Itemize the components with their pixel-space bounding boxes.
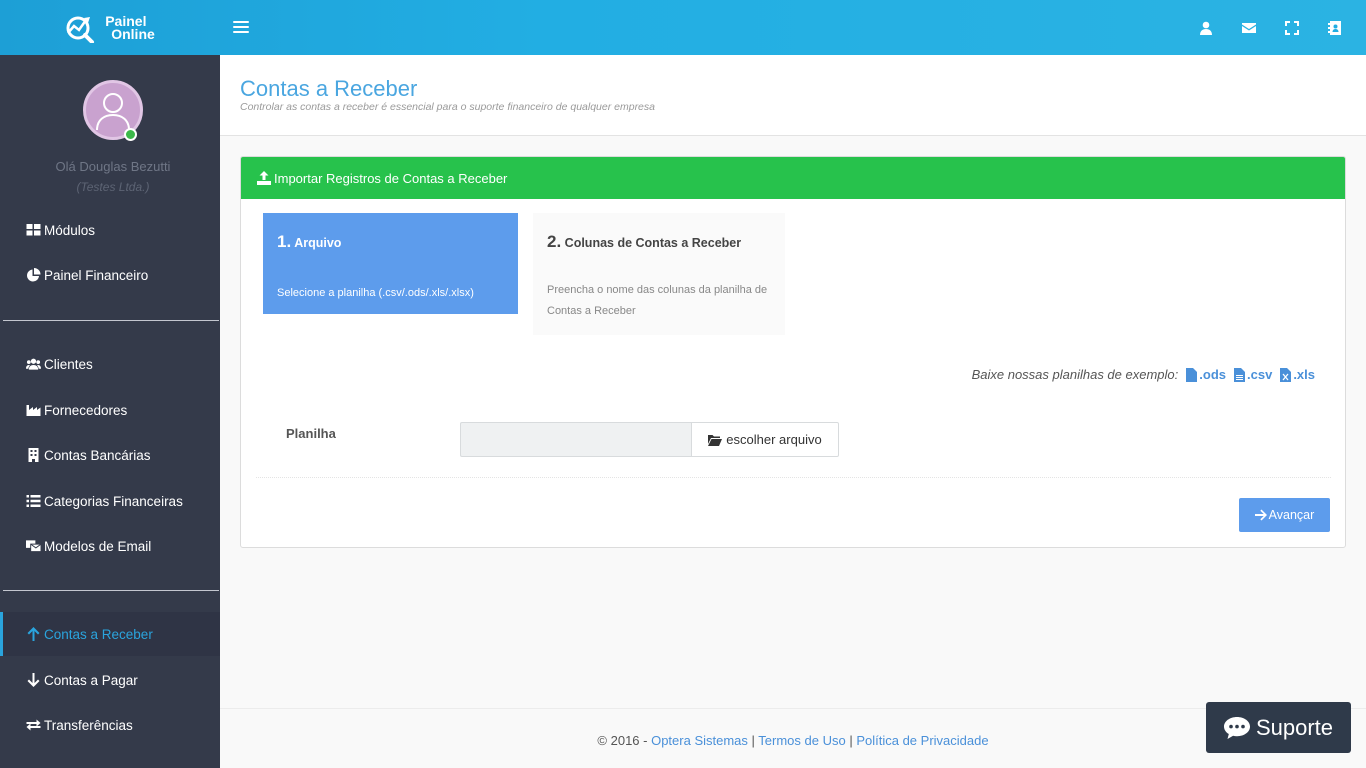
sidebar-item-contas-bancarias[interactable]: Contas Bancárias (0, 433, 220, 477)
planilha-label: Planilha (286, 426, 336, 441)
grid-icon (26, 224, 41, 236)
next-label: Avançar (1268, 508, 1315, 522)
brand-name: Painel Online (105, 14, 155, 42)
step-title: 1. Arquivo (277, 232, 341, 252)
panel-title: Importar Registros de Contas a Receber (274, 170, 508, 186)
privacy-link[interactable]: Política de Privacidade (856, 733, 988, 748)
examples-label: Baixe nossas planilhas de exemplo: (971, 367, 1179, 382)
sidebar-item-label: Contas Bancárias (44, 447, 151, 463)
step-label: Arquivo (294, 236, 342, 250)
sidebar-item-label: Módulos (44, 222, 96, 238)
file-excel-icon (1280, 367, 1292, 382)
sidebar-item-label: Painel Financeiro (44, 267, 149, 283)
exchange-icon (26, 719, 41, 731)
address-book-icon[interactable] (1313, 0, 1356, 55)
arrow-right-icon (1254, 509, 1267, 521)
envelope-icon[interactable] (1227, 0, 1270, 55)
choose-file-button[interactable]: escolher arquivo (691, 422, 839, 457)
page-title: Contas a Receber (240, 76, 418, 101)
user-avatar-icon (96, 93, 130, 131)
page-subtitle: Controlar as contas a receber é essencia… (240, 101, 655, 113)
step-number: 1. (277, 232, 292, 251)
folder-open-icon (708, 434, 723, 446)
sidebar: Olá Douglas Bezutti (Testes Ltda.) Módul… (0, 55, 220, 768)
fullscreen-icon[interactable] (1270, 0, 1313, 55)
example-sheets: Baixe nossas planilhas de exemplo: .ods … (972, 367, 1315, 382)
sidebar-item-label: Fornecedores (44, 402, 128, 418)
step-label: Colunas de Contas a Receber (564, 236, 742, 250)
form-divider (256, 477, 1331, 478)
support-label: Suporte (1255, 714, 1334, 740)
example-ods-link[interactable]: .ods (1186, 367, 1226, 382)
user-greeting: Olá Douglas Bezutti (55, 159, 171, 174)
sidebar-item-categorias-financeiras[interactable]: Categorias Financeiras (0, 479, 220, 523)
file-icon (1186, 367, 1198, 382)
sidebar-item-label: Transferências (44, 717, 133, 733)
sidebar-divider (3, 320, 219, 321)
list-icon (26, 495, 41, 507)
support-button[interactable]: Suporte (1206, 702, 1351, 753)
file-path-input[interactable] (460, 422, 692, 457)
sidebar-item-contas-a-pagar[interactable]: Contas a Pagar (0, 658, 220, 702)
footer-text: © 2016 - Optera Sistemas | Termos de Uso… (597, 733, 989, 748)
sidebar-item-clientes[interactable]: Clientes (0, 342, 220, 386)
step-description: Selecione a planilha (.csv/.ods/.xls/.xl… (277, 287, 474, 299)
step-title: 2. Colunas de Contas a Receber (547, 232, 741, 252)
step-colunas[interactable]: 2. Colunas de Contas a Receber Preencha … (533, 213, 785, 335)
mail-template-icon (26, 540, 41, 553)
example-xls-link[interactable]: .xls (1280, 367, 1315, 382)
top-icons (1184, 0, 1356, 55)
panel-header: Importar Registros de Contas a Receber (241, 157, 1345, 199)
brand-line2: Online (111, 25, 155, 42)
user-icon[interactable] (1184, 0, 1227, 55)
arrow-up-icon (27, 627, 40, 641)
next-button[interactable]: Avançar (1239, 498, 1330, 532)
users-icon (26, 358, 41, 370)
sidebar-item-modulos[interactable]: Módulos (0, 208, 220, 252)
sidebar-item-label: Contas a Receber (44, 626, 153, 642)
sidebar-item-modelos-de-email[interactable]: Modelos de Email (0, 524, 220, 568)
sidebar-item-label: Modelos de Email (44, 538, 152, 554)
sidebar-item-fornecedores[interactable]: Fornecedores (0, 388, 220, 432)
pie-chart-icon (27, 268, 41, 282)
choose-file-label: escolher arquivo (726, 432, 822, 447)
sidebar-item-label: Clientes (44, 356, 93, 372)
industry-icon (26, 405, 41, 416)
brand-logo[interactable]: Painel Online (0, 0, 220, 55)
sidebar-divider (3, 590, 219, 591)
sidebar-item-transferencias[interactable]: Transferências (0, 703, 220, 747)
building-icon (28, 448, 39, 462)
terms-link[interactable]: Termos de Uso (758, 733, 845, 748)
arrow-down-icon (27, 673, 40, 687)
online-status-dot (124, 128, 137, 141)
step-number: 2. (547, 232, 562, 251)
menu-toggle-icon[interactable] (233, 18, 249, 36)
sidebar-item-painel-financeiro[interactable]: Painel Financeiro (0, 253, 220, 297)
footer: © 2016 - Optera Sistemas | Termos de Uso… (220, 708, 1366, 768)
page-header: Contas a Receber Controlar as contas a r… (220, 55, 1366, 136)
top-bar: Painel Online (0, 0, 1366, 55)
file-text-icon (1234, 367, 1245, 382)
upload-icon (257, 171, 271, 185)
user-company: (Testes Ltda.) (76, 180, 150, 194)
sidebar-item-label: Categorias Financeiras (44, 493, 183, 509)
chart-logo-icon (66, 16, 95, 43)
import-panel: Importar Registros de Contas a Receber 1… (240, 156, 1346, 548)
chat-bubble-icon (1223, 716, 1250, 739)
sidebar-item-label: Contas a Pagar (44, 672, 138, 688)
example-csv-link[interactable]: .csv (1234, 367, 1272, 382)
sidebar-item-contas-a-receber[interactable]: Contas a Receber (0, 612, 220, 656)
step-arquivo[interactable]: 1. Arquivo Selecione a planilha (.csv/.o… (263, 213, 518, 314)
company-link[interactable]: Optera Sistemas (651, 733, 748, 748)
step-description: Preencha o nome das colunas da planilha … (547, 284, 768, 317)
